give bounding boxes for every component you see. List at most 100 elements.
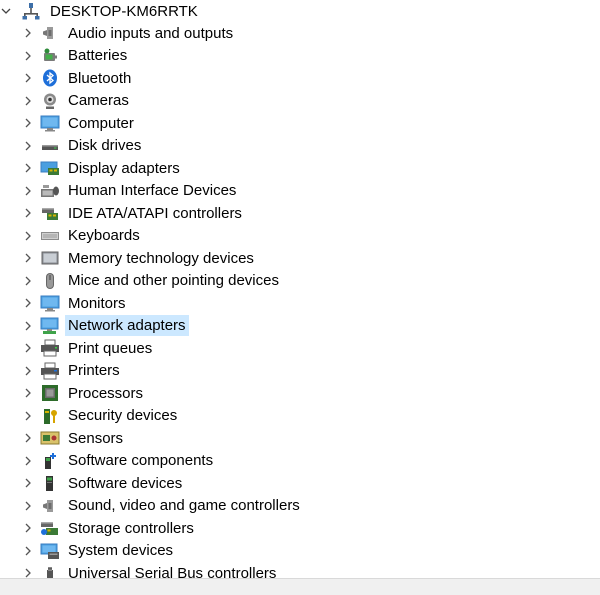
bluetooth-icon <box>40 68 60 88</box>
display-adapter-icon <box>40 158 60 178</box>
tree-node-label[interactable]: Disk drives <box>65 135 144 156</box>
tree-node[interactable]: Security devices <box>20 405 180 427</box>
tree-node[interactable]: Audio inputs and outputs <box>20 22 236 44</box>
root-label[interactable]: DESKTOP-KM6RRTK <box>47 1 201 22</box>
disk-drive-icon <box>40 136 60 156</box>
tree-node-label[interactable]: Keyboards <box>65 225 143 246</box>
chevron-right-icon[interactable] <box>20 472 36 494</box>
chevron-right-icon[interactable] <box>20 225 36 247</box>
chevron-right-icon[interactable] <box>20 22 36 44</box>
tree-node-label[interactable]: Human Interface Devices <box>65 180 239 201</box>
tree-node-label[interactable]: Audio inputs and outputs <box>65 23 236 44</box>
tree-node[interactable]: Monitors <box>20 292 129 314</box>
tree-node-label[interactable]: Computer <box>65 113 137 134</box>
ide-controller-icon <box>40 203 60 223</box>
chevron-right-icon[interactable] <box>20 112 36 134</box>
tree-node[interactable]: Cameras <box>20 90 132 112</box>
tree-node-label[interactable]: Security devices <box>65 405 180 426</box>
status-bar <box>0 578 600 595</box>
tree-node[interactable]: Batteries <box>20 45 130 67</box>
speaker-icon <box>40 23 60 43</box>
tree-node-label[interactable]: Memory technology devices <box>65 248 257 269</box>
chevron-right-icon[interactable] <box>20 247 36 269</box>
tree-node-label[interactable]: System devices <box>65 540 176 561</box>
chevron-right-icon[interactable] <box>20 450 36 472</box>
computer-icon <box>21 1 41 21</box>
chevron-right-icon[interactable] <box>20 67 36 89</box>
chevron-right-icon[interactable] <box>20 292 36 314</box>
tree-node[interactable]: Human Interface Devices <box>20 180 239 202</box>
speaker-icon <box>40 496 60 516</box>
tree-node-label[interactable]: Software components <box>65 450 216 471</box>
tree-node-label[interactable]: Sound, video and game controllers <box>65 495 303 516</box>
chevron-right-icon[interactable] <box>20 405 36 427</box>
monitor-icon <box>40 293 60 313</box>
tree-node-label[interactable]: Storage controllers <box>65 518 197 539</box>
chevron-right-icon[interactable] <box>20 157 36 179</box>
chevron-right-icon[interactable] <box>20 540 36 562</box>
tree-node[interactable]: Storage controllers <box>20 517 197 539</box>
tree-node[interactable]: Software components <box>20 450 216 472</box>
usb-icon <box>40 563 60 578</box>
tree-node[interactable]: Disk drives <box>20 135 144 157</box>
tree-node[interactable]: Memory technology devices <box>20 247 257 269</box>
tree-node[interactable]: Computer <box>20 112 137 134</box>
tree-node-label[interactable]: Cameras <box>65 90 132 111</box>
tree-node[interactable]: Sensors <box>20 427 126 449</box>
chevron-right-icon[interactable] <box>20 315 36 337</box>
tree-node[interactable]: System devices <box>20 540 176 562</box>
tree-node[interactable]: Software devices <box>20 472 185 494</box>
keyboard-icon <box>40 226 60 246</box>
chevron-right-icon[interactable] <box>20 517 36 539</box>
tree-node[interactable]: IDE ATA/ATAPI controllers <box>20 202 245 224</box>
tree-node-label[interactable]: Universal Serial Bus controllers <box>65 563 279 579</box>
tree-node-label[interactable]: Mice and other pointing devices <box>65 270 282 291</box>
device-tree[interactable]: DESKTOP-KM6RRTK Audio inputs and outputs… <box>0 0 600 578</box>
chevron-down-icon[interactable] <box>0 0 14 22</box>
tree-node-label[interactable]: Processors <box>65 383 146 404</box>
chevron-right-icon[interactable] <box>20 337 36 359</box>
software-device-icon <box>40 473 60 493</box>
chevron-right-icon[interactable] <box>20 360 36 382</box>
tree-node-label[interactable]: Bluetooth <box>65 68 134 89</box>
tree-node-label[interactable]: IDE ATA/ATAPI controllers <box>65 203 245 224</box>
tree-node-label[interactable]: Display adapters <box>65 158 183 179</box>
chevron-right-icon[interactable] <box>20 202 36 224</box>
tree-node-label[interactable]: Printers <box>65 360 123 381</box>
monitor-icon <box>40 113 60 133</box>
tree-node-label[interactable]: Network adapters <box>65 315 189 336</box>
chevron-right-icon[interactable] <box>20 382 36 404</box>
chevron-right-icon[interactable] <box>20 45 36 67</box>
tree-node[interactable]: Sound, video and game controllers <box>20 495 303 517</box>
processor-icon <box>40 383 60 403</box>
chevron-right-icon[interactable] <box>20 427 36 449</box>
tree-node[interactable]: Keyboards <box>20 225 143 247</box>
chevron-right-icon[interactable] <box>20 90 36 112</box>
tree-node[interactable]: Display adapters <box>20 157 183 179</box>
tree-node[interactable]: Universal Serial Bus controllers <box>20 562 279 578</box>
tree-node[interactable]: Processors <box>20 382 146 404</box>
chevron-right-icon[interactable] <box>20 135 36 157</box>
tree-node[interactable]: Network adapters <box>20 315 189 337</box>
chevron-right-icon[interactable] <box>20 562 36 578</box>
tree-node[interactable]: Bluetooth <box>20 67 134 89</box>
chevron-right-icon[interactable] <box>20 180 36 202</box>
printer-icon <box>40 361 60 381</box>
tree-node[interactable]: Mice and other pointing devices <box>20 270 282 292</box>
camera-icon <box>40 91 60 111</box>
tree-node-label[interactable]: Batteries <box>65 45 130 66</box>
sensor-icon <box>40 428 60 448</box>
tree-root[interactable]: DESKTOP-KM6RRTK <box>0 0 201 22</box>
tree-node-label[interactable]: Sensors <box>65 428 126 449</box>
tree-node-label[interactable]: Monitors <box>65 293 129 314</box>
mouse-icon <box>40 271 60 291</box>
tree-node-label[interactable]: Software devices <box>65 473 185 494</box>
tree-node[interactable]: Printers <box>20 360 123 382</box>
storage-controller-icon <box>40 518 60 538</box>
tree-node-label[interactable]: Print queues <box>65 338 155 359</box>
hid-icon <box>40 181 60 201</box>
tree-node[interactable]: Print queues <box>20 337 155 359</box>
chevron-right-icon[interactable] <box>20 495 36 517</box>
system-device-icon <box>40 541 60 561</box>
chevron-right-icon[interactable] <box>20 270 36 292</box>
